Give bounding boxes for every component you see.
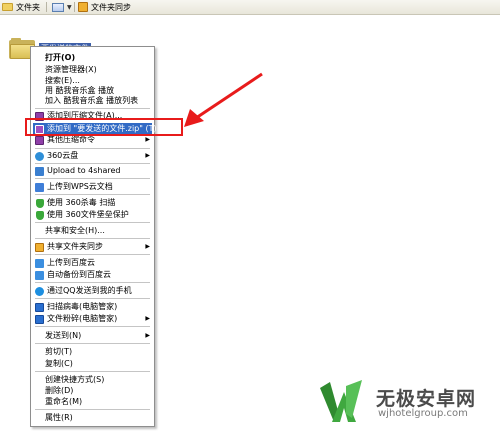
annotation-arrow-icon: [184, 72, 263, 127]
watermark-url: wjhotelgroup.com: [378, 408, 468, 419]
watermark-title: 无极安卓网: [376, 388, 477, 410]
watermark: 无极安卓网 wjhotelgroup.com: [318, 378, 496, 426]
watermark-logo-icon: [320, 380, 362, 422]
